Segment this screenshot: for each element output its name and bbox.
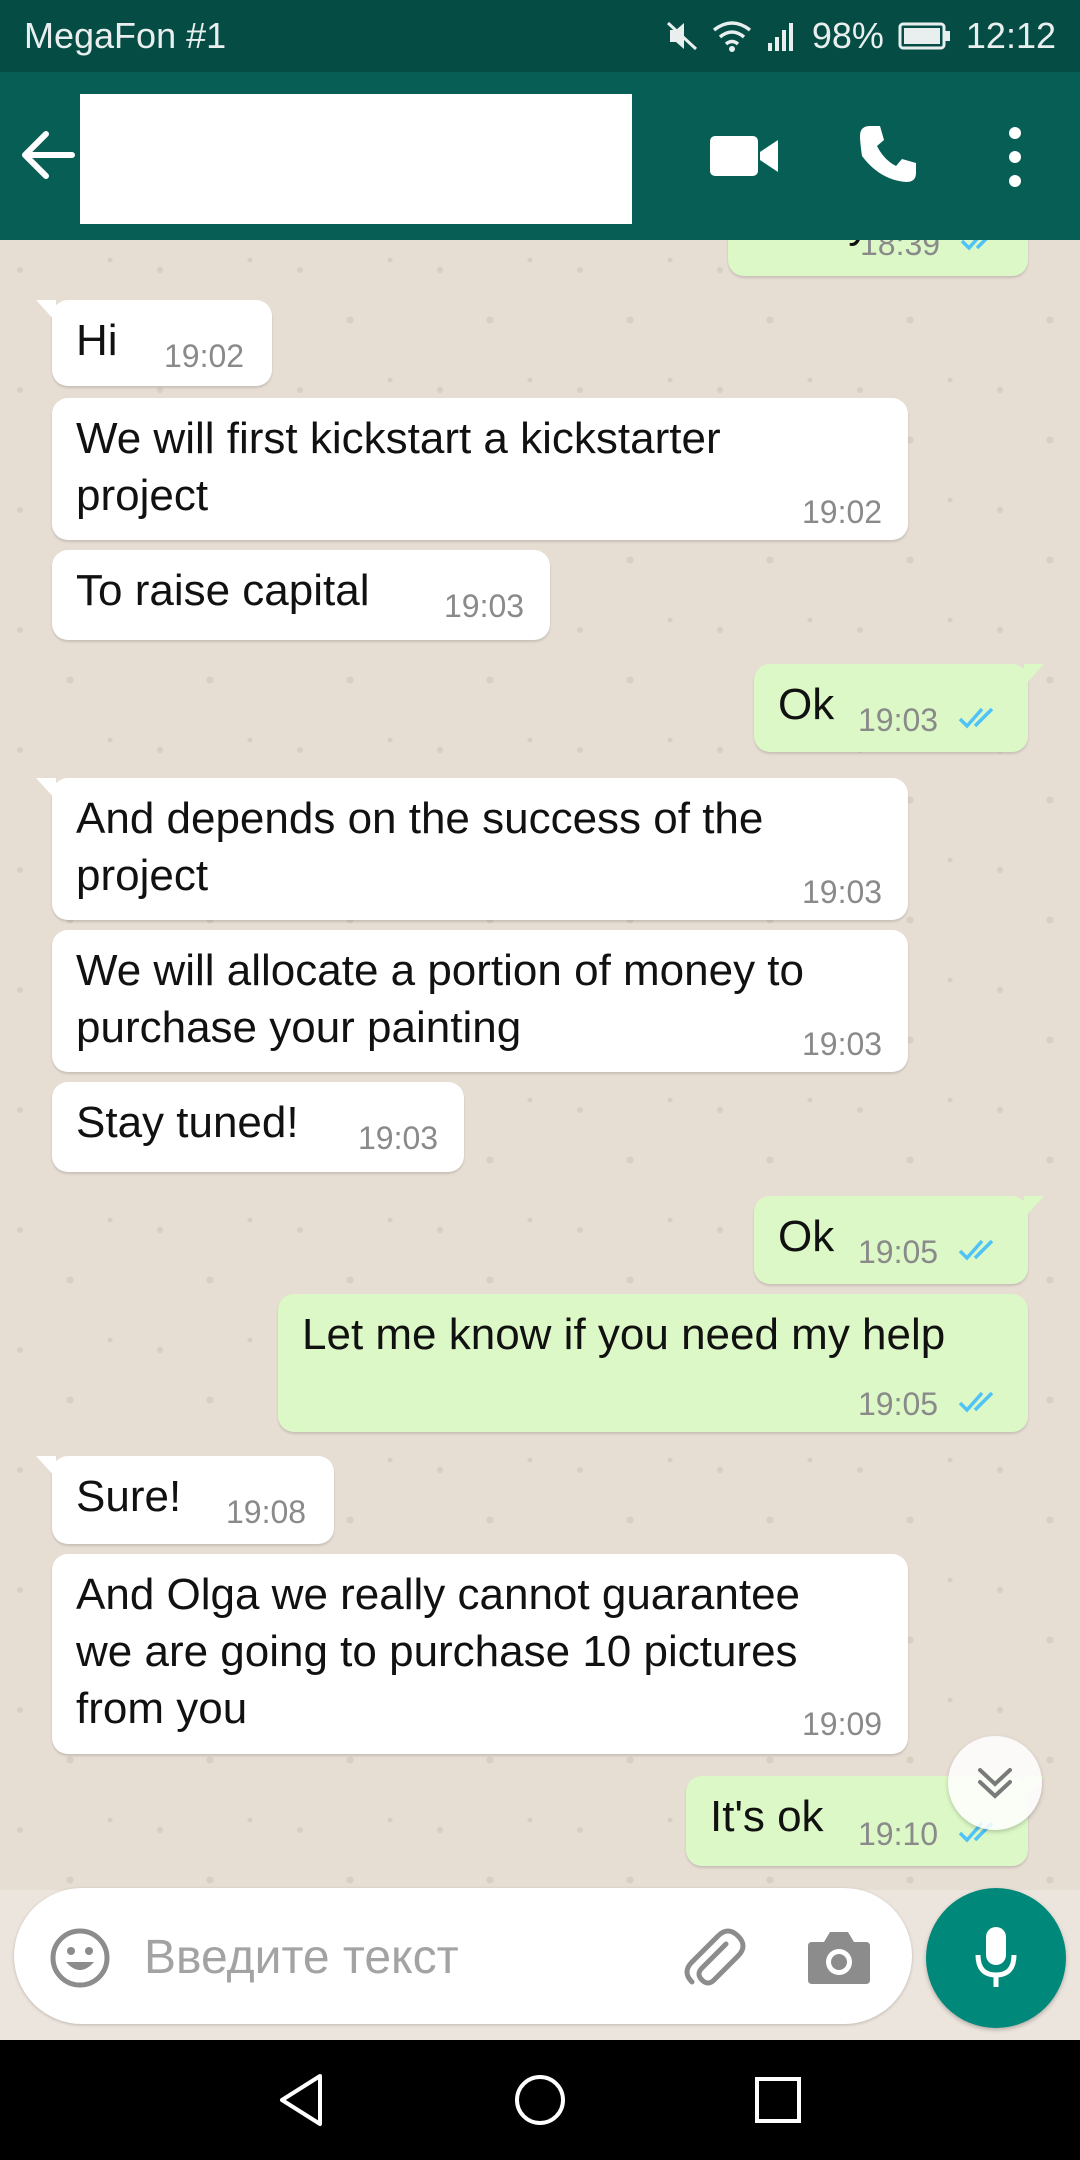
message-time: 19:03	[802, 1026, 883, 1062]
message-time: 19:03	[802, 874, 883, 910]
message-text: Hey	[792, 240, 870, 251]
emoji-icon[interactable]	[48, 1926, 112, 1990]
message-time: 19:09	[802, 1706, 883, 1742]
message-text: And Olga we really cannot guarantee we a…	[76, 1570, 801, 1733]
message-incoming[interactable]: To raise capital 19:03	[52, 550, 550, 640]
carrier-name: MegaFon #1	[24, 15, 227, 56]
message-text: We will first kickstart a kickstarter pr…	[76, 414, 721, 520]
nav-home-icon[interactable]	[510, 2070, 570, 2130]
arrow-left-icon[interactable]	[18, 120, 78, 190]
message-text: Sure!	[76, 1472, 182, 1521]
message-text: Ok	[778, 680, 835, 729]
double-chevron-down-icon	[978, 1768, 1012, 1799]
message-outgoing[interactable]: Ok 19:03	[754, 664, 1044, 752]
camera-icon[interactable]	[806, 1928, 872, 1986]
scroll-to-bottom-button[interactable]	[948, 1736, 1042, 1830]
message-composer	[14, 1888, 912, 2024]
message-time: 19:08	[226, 1494, 307, 1530]
read-receipt-icon	[960, 240, 988, 251]
nav-recents-icon[interactable]	[748, 2070, 808, 2130]
message-text: And depends on the success of the projec…	[76, 794, 764, 900]
microphone-icon	[975, 1927, 1017, 1987]
status-icons: 98% 12:12	[666, 15, 1056, 57]
wifi-icon	[712, 21, 751, 52]
message-text: To raise capital	[76, 566, 370, 615]
microphone-button[interactable]	[926, 1888, 1066, 2028]
mute-icon	[666, 21, 697, 51]
message-time: 19:02	[802, 494, 883, 530]
message-time: 19:10	[858, 1816, 939, 1852]
message-time: 19:03	[444, 588, 525, 624]
status-bar: MegaFon #1 98% 12:12	[0, 0, 1080, 72]
message-time: 18:39	[860, 240, 941, 262]
message-incoming[interactable]: Hi 19:02	[36, 300, 272, 386]
message-time: 19:05	[858, 1386, 939, 1422]
message-outgoing[interactable]: Hey 18:39	[728, 240, 1028, 276]
message-text: Hi	[76, 316, 118, 365]
read-receipt-icon	[958, 1239, 994, 1261]
chat-header	[0, 72, 1080, 240]
message-text: We will allocate a portion of money to p…	[76, 946, 804, 1052]
video-camera-icon[interactable]	[706, 126, 782, 186]
more-vert-icon[interactable]	[1000, 124, 1030, 190]
message-input[interactable]	[142, 1924, 686, 1990]
message-text: Let me know if you need my help	[302, 1310, 946, 1359]
message-list[interactable]: Hey 18:39 Hi 19:02 We will first kicksta…	[0, 240, 1080, 1890]
battery-icon	[898, 22, 950, 50]
message-incoming[interactable]: And Olga we really cannot guarantee we a…	[52, 1554, 908, 1754]
message-time: 19:02	[164, 338, 245, 374]
message-text: Stay tuned!	[76, 1098, 299, 1147]
message-outgoing[interactable]: Let me know if you need my help 19:05	[278, 1294, 1028, 1432]
battery-percent: 98%	[811, 15, 884, 56]
message-time: 19:03	[858, 702, 939, 738]
system-navigation-bar	[0, 2040, 1080, 2160]
message-time: 19:05	[858, 1234, 939, 1270]
read-receipt-icon	[958, 707, 994, 729]
signal-icon	[767, 23, 793, 51]
message-incoming[interactable]: And depends on the success of the projec…	[36, 778, 908, 920]
message-outgoing[interactable]: Ok 19:05	[754, 1196, 1044, 1284]
message-time: 19:03	[358, 1120, 439, 1156]
message-incoming[interactable]: We will first kickstart a kickstarter pr…	[52, 398, 908, 540]
paperclip-icon[interactable]	[678, 1922, 750, 1994]
clock: 12:12	[965, 15, 1056, 56]
message-text: It's ok	[710, 1792, 824, 1841]
message-text: Ok	[778, 1212, 835, 1261]
message-incoming[interactable]: Stay tuned! 19:03	[52, 1082, 464, 1172]
message-incoming[interactable]: We will allocate a portion of money to p…	[52, 930, 908, 1072]
contact-name-redacted[interactable]	[80, 94, 632, 224]
nav-back-icon[interactable]	[272, 2070, 332, 2130]
phone-icon[interactable]	[856, 122, 920, 186]
read-receipt-icon	[958, 1391, 994, 1413]
message-incoming[interactable]: Sure! 19:08	[36, 1456, 334, 1544]
